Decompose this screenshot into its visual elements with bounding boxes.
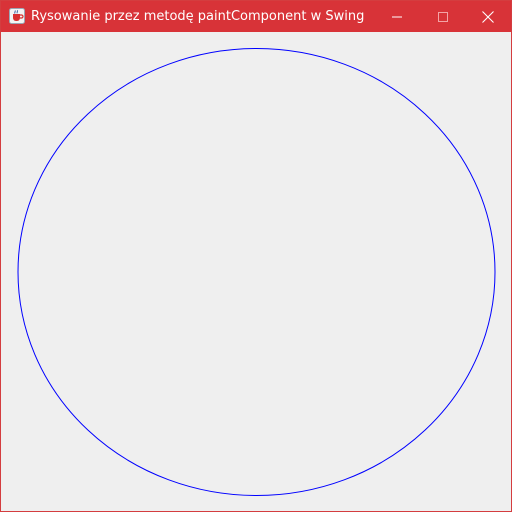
drawing-panel <box>1 32 511 511</box>
close-button[interactable] <box>465 1 511 32</box>
maximize-icon <box>438 11 448 22</box>
close-icon <box>482 10 494 23</box>
title-bar[interactable]: Rysowanie przez metodę paintComponent w … <box>1 1 511 32</box>
minimize-button[interactable] <box>374 1 420 32</box>
drawing-canvas <box>17 48 496 496</box>
maximize-button[interactable] <box>420 1 466 32</box>
window-title: Rysowanie przez metodę paintComponent w … <box>31 9 365 24</box>
app-window: Rysowanie przez metodę paintComponent w … <box>0 0 512 512</box>
minimize-icon <box>392 16 402 17</box>
drawn-ellipse <box>17 48 496 496</box>
java-coffee-cup-icon[interactable] <box>9 8 25 24</box>
